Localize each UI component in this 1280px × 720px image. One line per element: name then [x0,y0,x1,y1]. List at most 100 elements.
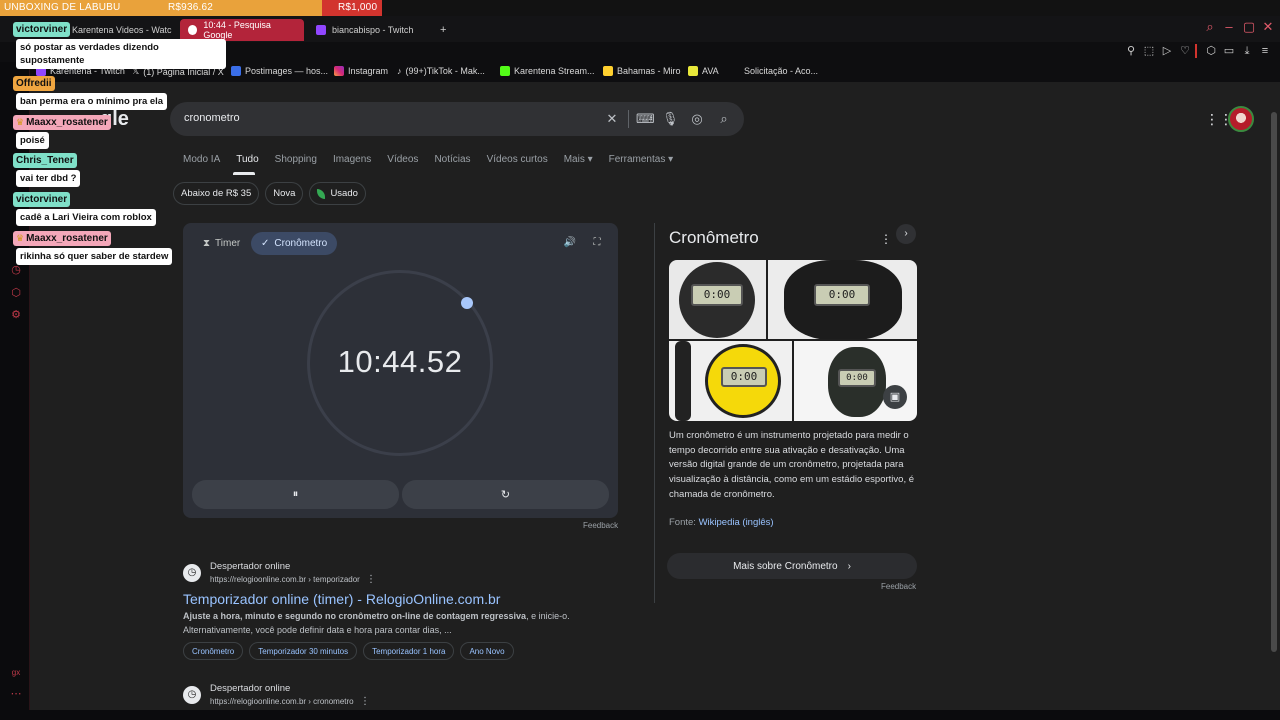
tab-modo-ia[interactable]: Modo IA [183,154,220,165]
scrollbar-thumb[interactable] [1271,112,1277,652]
tab-ferramentas[interactable]: Ferramentas ▾ [609,154,673,165]
maximize-icon[interactable]: ▢ [1242,20,1256,34]
check-icon: ✓ [261,238,270,249]
keyboard-icon[interactable]: ⌨ [636,111,655,127]
result-site-name: Despertador online [210,683,291,694]
clear-icon[interactable]: ✕ [604,111,620,127]
tab-shopping[interactable]: Shopping [275,154,317,165]
wikipedia-link[interactable]: Wikipedia (inglês) [699,517,774,528]
search-icon[interactable]: ⌕ [1203,20,1217,34]
bookmark-ava[interactable]: AVA [688,66,719,76]
chat-username: Offredii [13,76,55,91]
tab-google-search[interactable]: 10:44 - Pesquisa Google [180,19,304,41]
heart-icon[interactable]: ♡ [1178,44,1192,58]
history-icon[interactable]: ◷ [10,264,22,276]
result-title-link[interactable]: Temporizador online (timer) - RelogioOnl… [183,591,500,607]
bookmark-label: Postimages — hos... [245,66,329,76]
download-icon[interactable]: ⤓ [1240,44,1254,58]
timer-toggle[interactable]: ⧗ Timer [193,232,250,255]
extensions-icon[interactable]: ⬡ [1204,44,1218,58]
source-label: Fonte: [669,517,696,528]
more-options-icon[interactable]: ⋮ [366,574,376,585]
chevron-right-icon[interactable]: › [896,224,916,244]
knowledge-panel-feedback-link[interactable]: Feedback [881,582,916,591]
chat-message: vai ter dbd ? [16,170,81,187]
tab-karentena-videos[interactable]: Karentena Videos - Watc [64,19,180,41]
search-box[interactable]: cronometro ✕ ⌨ 🎙 ◎ ⌕ [170,102,744,136]
result-url[interactable]: https://relogioonline.com.br › temporiza… [210,575,360,584]
hourglass-icon: ⧗ [203,238,211,249]
bookmark-miro[interactable]: Bahamas - Miro [603,66,681,76]
more-options-icon[interactable]: ⋮ [880,232,892,246]
snapshot-icon[interactable]: ⬚ [1142,44,1156,58]
apps-icon[interactable]: ⋮⋮ [1205,112,1233,126]
google-icon [188,25,198,35]
sitelink-ano-novo[interactable]: Ano Novo [460,642,514,660]
new-tab-button[interactable]: + [432,19,454,41]
search-input[interactable]: cronometro [184,112,240,124]
chat-username: victorviner [13,192,71,207]
bookmark-postimages[interactable]: Postimages — hos... [231,66,328,76]
minimize-icon[interactable]: – [1222,20,1236,34]
stopwatch-image-2[interactable]: 0:00 [768,260,917,339]
stopwatch-toggle[interactable]: ✓ Cronômetro [251,232,338,255]
screen: UNBOXING DE LABUBU R$936.62 R$1,000 Kare… [0,0,1280,720]
chat-message: rikinha só quer saber de stardew [16,248,173,265]
watch-display: 0:00 [691,284,743,306]
sitelink-temporizador-30[interactable]: Temporizador 30 minutos [249,642,358,660]
seconds-indicator [461,297,473,309]
bookmark-label: Bahamas - Miro [617,66,681,76]
result-url[interactable]: https://relogioonline.com.br › cronometr… [210,697,354,706]
more-icon[interactable]: ⋯ [10,688,22,700]
tab-twitch[interactable]: biancabispo - Twitch [308,19,421,41]
chip-abaixo-de-35[interactable]: Abaixo de R$ 35 [173,182,260,205]
more-options-icon[interactable]: ⋮ [360,696,370,707]
chip-label: Abaixo de R$ 35 [181,188,252,199]
chip-usado[interactable]: Usado [309,182,366,205]
stopwatch-image-3[interactable]: 0:00 [669,341,792,421]
result-favicon: ◷ [183,686,201,704]
tab-noticias[interactable]: Notícias [434,154,470,165]
bookmark-instagram[interactable]: Instagram [334,66,388,76]
search-icon[interactable]: ⌕ [716,111,732,127]
menu-icon[interactable]: ≡ [1258,44,1272,58]
bookmark-solicitacao[interactable]: Solicitação - Aco... [744,66,818,76]
crown-icon: ♛ [16,117,25,127]
avatar[interactable] [1228,106,1254,132]
fullscreen-icon[interactable]: ⛶ [590,236,604,250]
sound-icon[interactable]: 🔊 [563,236,577,250]
close-icon[interactable]: ✕ [1261,20,1275,34]
page-scrollbar[interactable] [1268,82,1280,710]
miro-icon [603,66,613,76]
pin-icon[interactable]: ⚲ [1124,44,1138,58]
bookmark-tiktok[interactable]: ♪ (99+)TikTok - Mak... [397,66,485,76]
chat-username: victorviner [13,22,71,37]
tab-imagens[interactable]: Imagens [333,154,371,165]
tiktok-icon: ♪ [397,66,402,76]
chip-nova[interactable]: Nova [265,182,304,205]
extensions-icon[interactable]: ⬡ [10,287,22,299]
chat-username-badge: ♛ Maaxx_rosatener [13,231,111,246]
tab-mais[interactable]: Mais ▾ [564,154,593,165]
bookmark-kick[interactable]: Karentena Stream... [500,66,595,76]
player-icon[interactable]: ▷ [1160,44,1174,58]
stopwatch-feedback-link[interactable]: Feedback [583,521,618,530]
microphone-icon[interactable]: 🎙 [662,111,679,127]
more-about-button[interactable]: Mais sobre Cronômetro › [667,553,917,579]
sitelink-temporizador-1h[interactable]: Temporizador 1 hora [363,642,455,660]
stopwatch-image-1[interactable]: 0:00 [669,260,766,339]
tab-videos-curtos[interactable]: Vídeos curtos [487,154,548,165]
wallet-icon[interactable]: ▭ [1222,44,1236,58]
lens-icon[interactable]: ◎ [689,111,705,127]
postimages-icon [231,66,241,76]
image-search-icon[interactable]: ▣ [883,385,907,409]
reset-button[interactable]: ↻ [402,480,609,509]
sitelink-cronometro[interactable]: Cronômetro [183,642,244,660]
gx-label[interactable]: gx [10,667,22,679]
goal-target: R$1,000 [338,2,378,13]
pause-button[interactable]: ⏸ [192,480,399,509]
tab-tudo[interactable]: Tudo [236,154,258,165]
tab-videos[interactable]: Vídeos [387,154,418,165]
settings-icon[interactable]: ⚙ [10,309,22,321]
stopwatch-image-4[interactable]: 0:00 ▣ [794,341,917,421]
